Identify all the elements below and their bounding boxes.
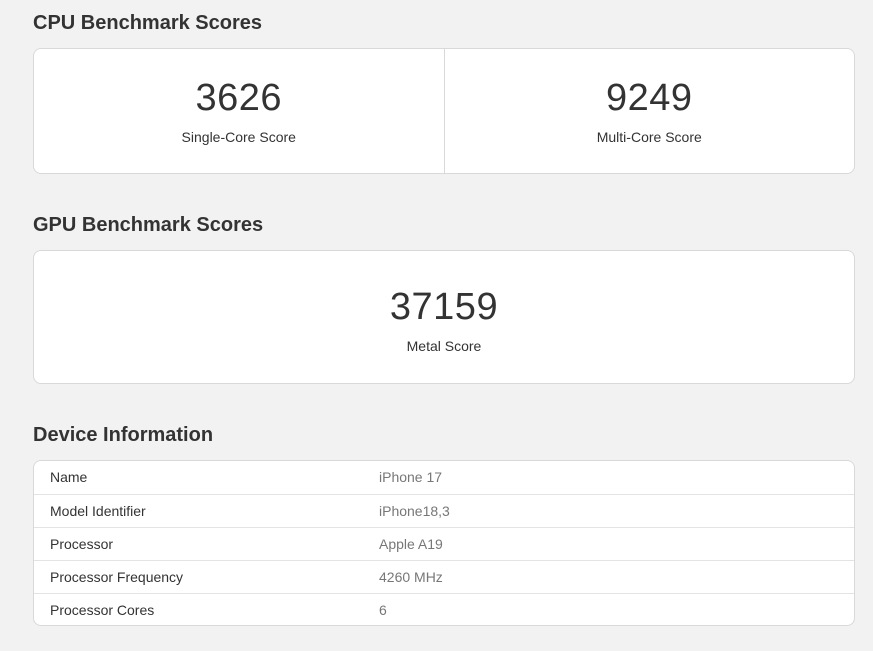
gpu-section-title: GPU Benchmark Scores bbox=[33, 214, 264, 236]
multi-core-score-label: Multi-Core Score bbox=[596, 129, 702, 145]
processor-frequency-value: 4260 MHz bbox=[379, 568, 443, 585]
table-row: Name iPhone 17 bbox=[34, 461, 854, 494]
cpu-section-title: CPU Benchmark Scores bbox=[33, 12, 262, 34]
single-core-score-label: Single-Core Score bbox=[181, 129, 296, 145]
model-identifier-key: Model Identifier bbox=[50, 502, 146, 519]
table-row: Processor Frequency 4260 MHz bbox=[34, 560, 854, 593]
model-identifier-value: iPhone18,3 bbox=[379, 502, 450, 519]
device-info-card: Name iPhone 17 Model Identifier iPhone18… bbox=[33, 460, 855, 626]
metal-score-value: 37159 bbox=[389, 286, 499, 328]
device-info-table: Name iPhone 17 Model Identifier iPhone18… bbox=[34, 461, 854, 625]
processor-frequency-key: Processor Frequency bbox=[50, 568, 184, 585]
table-row: Processor Apple A19 bbox=[34, 527, 854, 560]
metal-score-cell: 37159 Metal Score bbox=[34, 251, 854, 383]
processor-key: Processor bbox=[50, 535, 114, 552]
multi-core-score-cell: 9249 Multi-Core Score bbox=[443, 49, 855, 173]
cpu-scores-row: 3626 Single-Core Score 9249 Multi-Core S… bbox=[34, 49, 854, 173]
cpu-scores-card: 3626 Single-Core Score 9249 Multi-Core S… bbox=[33, 48, 855, 174]
gpu-scores-row: 37159 Metal Score bbox=[34, 251, 854, 383]
device-section-title: Device Information bbox=[33, 424, 214, 446]
single-core-score-value: 3626 bbox=[195, 77, 283, 119]
device-name-key: Name bbox=[50, 469, 88, 486]
processor-cores-key: Processor Cores bbox=[50, 601, 155, 618]
processor-cores-value: 6 bbox=[379, 601, 387, 618]
single-core-score-cell: 3626 Single-Core Score bbox=[34, 49, 444, 173]
benchmark-results-page: CPU Benchmark Scores 3626 Single-Core Sc… bbox=[0, 0, 873, 651]
gpu-scores-card: 37159 Metal Score bbox=[33, 250, 855, 384]
device-name-value: iPhone 17 bbox=[379, 469, 443, 486]
metal-score-label: Metal Score bbox=[406, 338, 482, 354]
multi-core-score-value: 9249 bbox=[605, 77, 693, 119]
table-row: Processor Cores 6 bbox=[34, 593, 854, 625]
table-row: Model Identifier iPhone18,3 bbox=[34, 494, 854, 527]
processor-value: Apple A19 bbox=[379, 535, 443, 552]
